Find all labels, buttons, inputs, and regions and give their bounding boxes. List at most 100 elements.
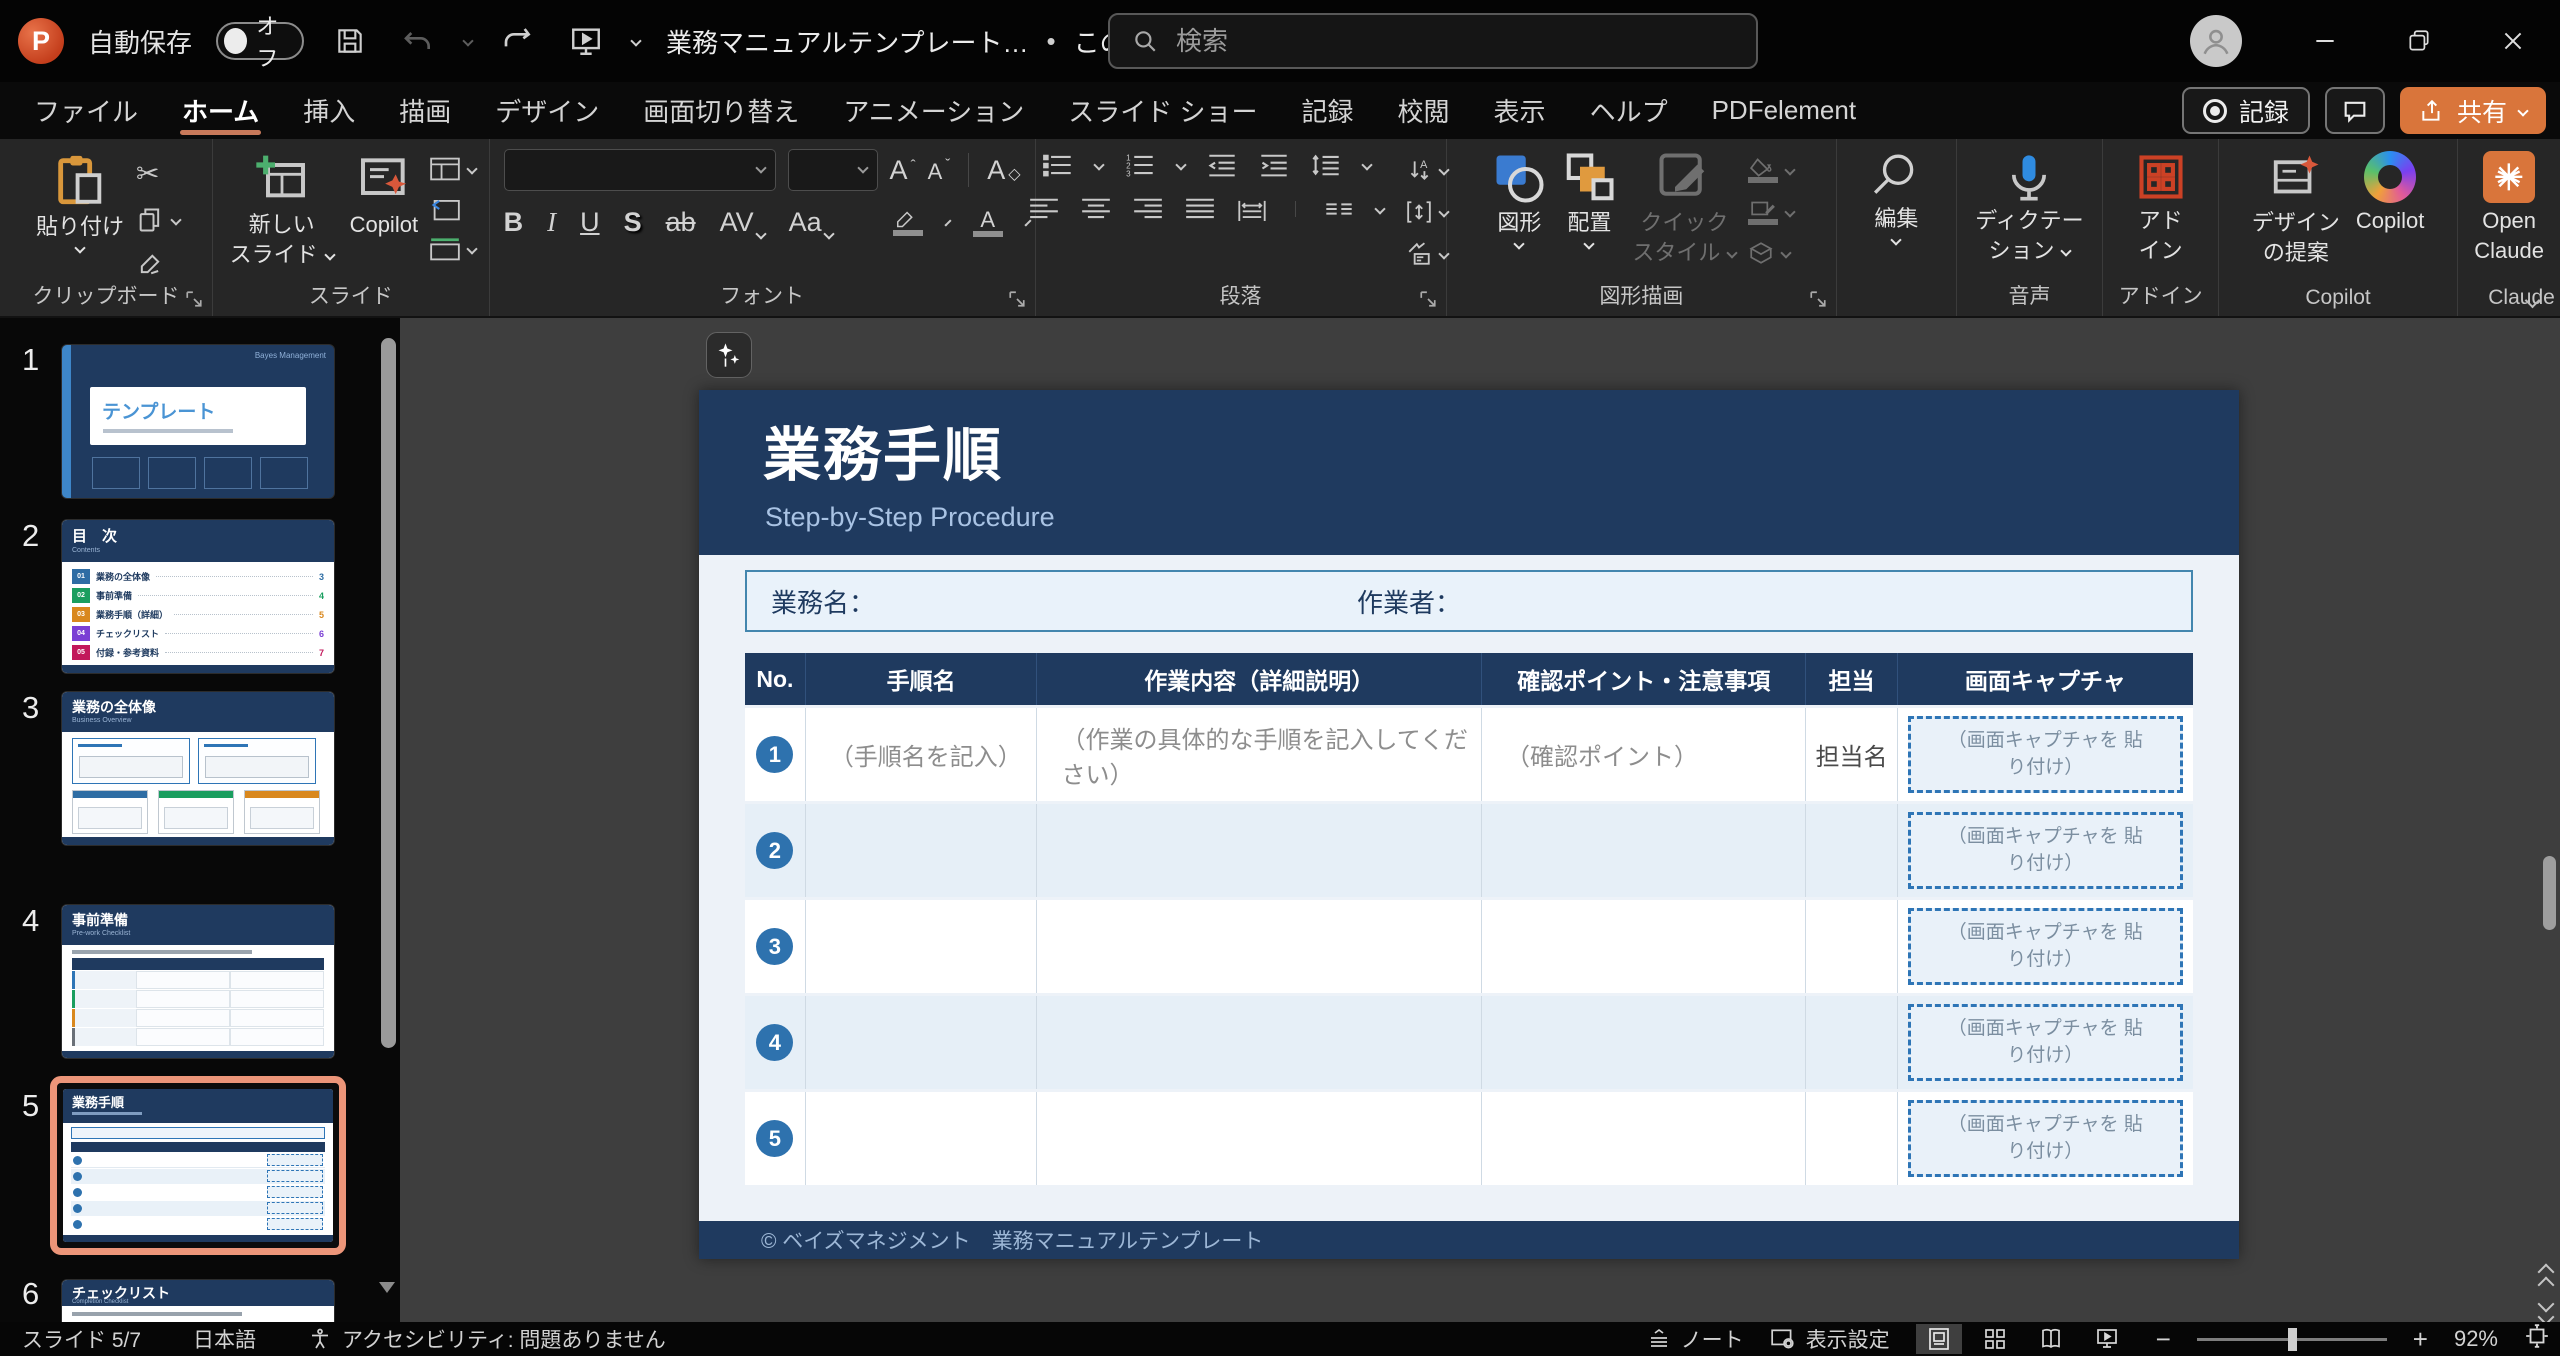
copy-dropdown-icon[interactable] [170,214,182,226]
close-button[interactable] [2466,0,2560,82]
toolbar-customize-icon[interactable] [630,35,642,47]
slide-indicator[interactable]: スライド 5/7 [22,1324,141,1354]
increase-indent-icon[interactable] [1259,153,1289,177]
columns-icon[interactable] [1324,197,1354,221]
open-claude-button[interactable]: Open Claude [2466,149,2552,266]
cell-owner[interactable]: 担当名 [1806,708,1898,801]
table-row[interactable]: 5 （画面キャプチャを 貼り付け） [745,1092,2193,1185]
slide-sorter-view-button[interactable] [1972,1324,2018,1354]
bold-button[interactable]: B [504,207,524,238]
normal-view-button[interactable] [1915,1324,1962,1354]
share-button[interactable]: 共有 [2399,87,2546,134]
redo-icon[interactable] [496,19,540,63]
reading-view-button[interactable] [2028,1324,2074,1354]
underline-button[interactable]: U [580,207,600,238]
line-spacing-dropdown-icon[interactable] [1360,159,1373,171]
text-shadow-button[interactable]: S [624,207,642,238]
screen-capture-placeholder[interactable]: （画面キャプチャを 貼り付け） [1907,1100,2183,1177]
powerpoint-logo-icon[interactable]: P [18,18,64,64]
text-direction-button[interactable]: A [1406,157,1450,183]
numbering-icon[interactable]: 123 [1125,153,1155,177]
slide-title[interactable]: 業務手順 [763,408,1003,492]
editing-button[interactable]: 編集 [1863,149,1929,246]
tab-help[interactable]: ヘルプ [1568,82,1690,139]
thumbnail-scroll-down-icon[interactable] [379,1282,395,1293]
change-case-button[interactable]: Aa [789,207,835,240]
document-title[interactable]: 業務マニュアルテンプレート… [666,23,1028,60]
font-size-combobox[interactable] [788,149,878,191]
font-name-combobox[interactable] [503,149,776,191]
accessibility-status[interactable]: アクセシビリティ: 問題ありません [308,1324,666,1354]
undo-dropdown-icon[interactable] [462,35,474,47]
screen-capture-placeholder[interactable]: （画面キャプチャを 貼り付け） [1907,812,2183,889]
design-ideas-button[interactable]: デザイン の提案 [2244,149,2348,268]
paragraph-dialog-launcher-icon[interactable] [1419,290,1437,308]
copilot-slides-button[interactable]: Copilot [342,149,426,239]
table-row[interactable]: 1 （手順名を記入） （作業の具体的な手順を記入してください） （確認ポイント）… [745,708,2193,801]
autosave-toggle[interactable]: オフ [216,14,305,71]
tab-view[interactable]: 表示 [1472,82,1568,139]
slideshow-view-button[interactable] [2084,1324,2130,1354]
workspace-scrollbar-thumb[interactable] [2543,856,2556,930]
table-row[interactable]: 2 （画面キャプチャを 貼り付け） [745,804,2193,897]
align-right-icon[interactable] [1133,197,1163,221]
designer-sparkle-button[interactable] [706,332,752,378]
cell-work-detail[interactable]: （作業の具体的な手順を記入してください） [1037,708,1483,801]
zoom-slider-thumb[interactable] [2287,1327,2297,1351]
procedure-table[interactable]: No. 手順名 作業内容（詳細説明） 確認ポイント・注意事項 担当 画面キャプチ… [745,650,2193,1188]
screen-capture-placeholder[interactable]: （画面キャプチャを 貼り付け） [1907,1004,2183,1081]
display-settings-button[interactable]: 表示設定 [1770,1324,1890,1354]
thumbnail-scrollbar-thumb[interactable] [381,338,396,1048]
task-field-box[interactable]: 業務名： 作業者： [745,570,2193,632]
strikethrough-button[interactable]: ab [666,207,696,238]
slide-thumbnail-1[interactable]: Bayes Management テンプレート [62,345,334,498]
arrange-button[interactable]: 配置 [1554,149,1624,250]
decrease-font-size-button[interactable]: Aˇ [928,156,951,185]
cell-work-detail[interactable] [1037,1092,1483,1185]
cell-work-detail[interactable] [1037,900,1483,993]
drawing-dialog-launcher-icon[interactable] [1809,290,1827,308]
cell-owner[interactable] [1806,996,1898,1089]
cell-check-point[interactable] [1482,804,1807,897]
slide-thumbnail-6[interactable]: チェックリスト Completion Checklist [62,1280,334,1322]
shape-effects-button[interactable] [1748,241,1794,265]
cell-owner[interactable] [1806,1092,1898,1185]
search-box[interactable] [1108,13,1758,69]
shape-outline-button[interactable] [1748,199,1797,225]
new-slide-button[interactable]: 新しい スライド [222,149,342,270]
cell-owner[interactable] [1806,900,1898,993]
reset-slide-button[interactable] [430,197,476,221]
character-spacing-button[interactable]: AV [720,207,767,240]
increase-font-size-button[interactable]: Aˆ [890,155,916,186]
columns-dropdown-icon[interactable] [1374,203,1386,215]
copy-button[interactable] [136,206,182,234]
tab-animations[interactable]: アニメーション [821,82,1046,139]
language-indicator[interactable]: 日本語 [193,1324,256,1354]
slide-thumbnail-5[interactable]: 業務手順 [63,1089,333,1242]
cut-icon[interactable]: ✂ [136,157,180,190]
cell-check-point[interactable] [1482,996,1807,1089]
copilot-button[interactable]: Copilot [2348,149,2432,235]
table-row[interactable]: 4 （画面キャプチャを 貼り付け） [745,996,2193,1089]
dictation-button[interactable]: ディクテー ション [1967,149,2091,266]
zoom-level[interactable]: 92% [2454,1326,2498,1352]
screen-capture-placeholder[interactable]: （画面キャプチャを 貼り付け） [1907,716,2183,793]
undo-icon[interactable] [396,19,440,63]
cell-step-name[interactable] [805,996,1038,1089]
justify-icon[interactable] [1185,197,1215,221]
cell-step-name[interactable]: （手順名を記入） [805,708,1038,801]
cell-step-name[interactable] [805,1092,1038,1185]
font-color-button[interactable]: A [972,208,1003,237]
tab-insert[interactable]: 挿入 [281,82,377,139]
distribute-text-icon[interactable] [1237,197,1267,221]
cell-work-detail[interactable] [1037,996,1483,1089]
numbering-dropdown-icon[interactable] [1174,159,1187,171]
tab-pdfelement[interactable]: PDFelement [1690,82,1879,139]
fit-to-window-button[interactable] [2524,1323,2550,1355]
tab-record[interactable]: 記録 [1280,82,1376,139]
text-highlight-button[interactable] [892,210,923,236]
bullets-icon[interactable] [1042,153,1073,177]
slide-subtitle[interactable]: Step-by-Step Procedure [765,502,1055,533]
convert-to-smartart-button[interactable] [1406,241,1450,267]
quick-styles-button[interactable]: クイック スタイル [1624,149,1744,268]
